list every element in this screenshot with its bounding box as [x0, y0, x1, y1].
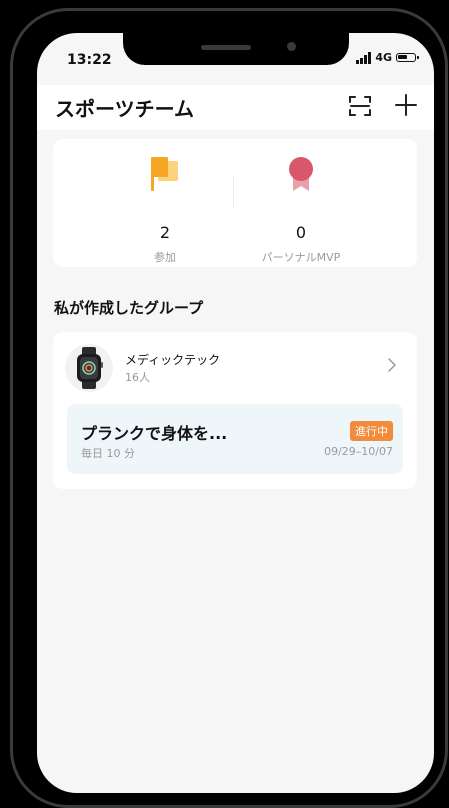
smartwatch-image [65, 344, 113, 392]
signal-icon [356, 51, 372, 64]
stat-joined[interactable]: 2 参加 [95, 139, 235, 265]
stat-joined-label: 参加 [154, 251, 176, 264]
app-header: スポーツチーム [37, 85, 434, 130]
stat-mvp-label: パーソナルMVP [261, 251, 341, 264]
status-indicators: 4G [356, 51, 419, 64]
scan-icon[interactable] [347, 93, 373, 119]
group-member-count: 16人 [125, 371, 150, 384]
notch [123, 33, 349, 65]
app-screen: 13:22 4G スポーツチーム 2 参加 0 パーソナルMVP 私が作成したグ… [37, 33, 434, 793]
page-title: スポーツチーム [55, 97, 194, 121]
challenge-dates: 09/29–10/07 [324, 445, 393, 458]
stat-joined-value: 2 [159, 223, 171, 242]
group-name: メディックテック [125, 353, 221, 367]
flag-icon [151, 157, 178, 191]
section-title: 私が作成したグループ [54, 299, 204, 317]
challenge-card[interactable]: プランクで身体を... 毎日 10 分 進行中 09/29–10/07 [67, 404, 403, 474]
network-type: 4G [375, 51, 392, 64]
plus-icon[interactable] [393, 92, 419, 118]
challenge-title: プランクで身体を... [81, 424, 228, 443]
battery-icon [396, 53, 419, 62]
stats-card: 2 参加 0 パーソナルMVP [53, 139, 417, 267]
status-time: 13:22 [67, 52, 112, 68]
camera [287, 42, 296, 51]
stat-mvp[interactable]: 0 パーソナルMVP [231, 139, 371, 265]
challenge-frequency: 毎日 10 分 [81, 447, 135, 460]
status-badge: 進行中 [350, 421, 393, 441]
speaker [201, 45, 251, 50]
group-card[interactable]: メディックテック 16人 プランクで身体を... 毎日 10 分 進行中 09/… [53, 332, 417, 489]
medal-icon [289, 157, 313, 191]
chevron-right-icon[interactable] [385, 357, 399, 373]
stat-mvp-value: 0 [295, 223, 307, 242]
